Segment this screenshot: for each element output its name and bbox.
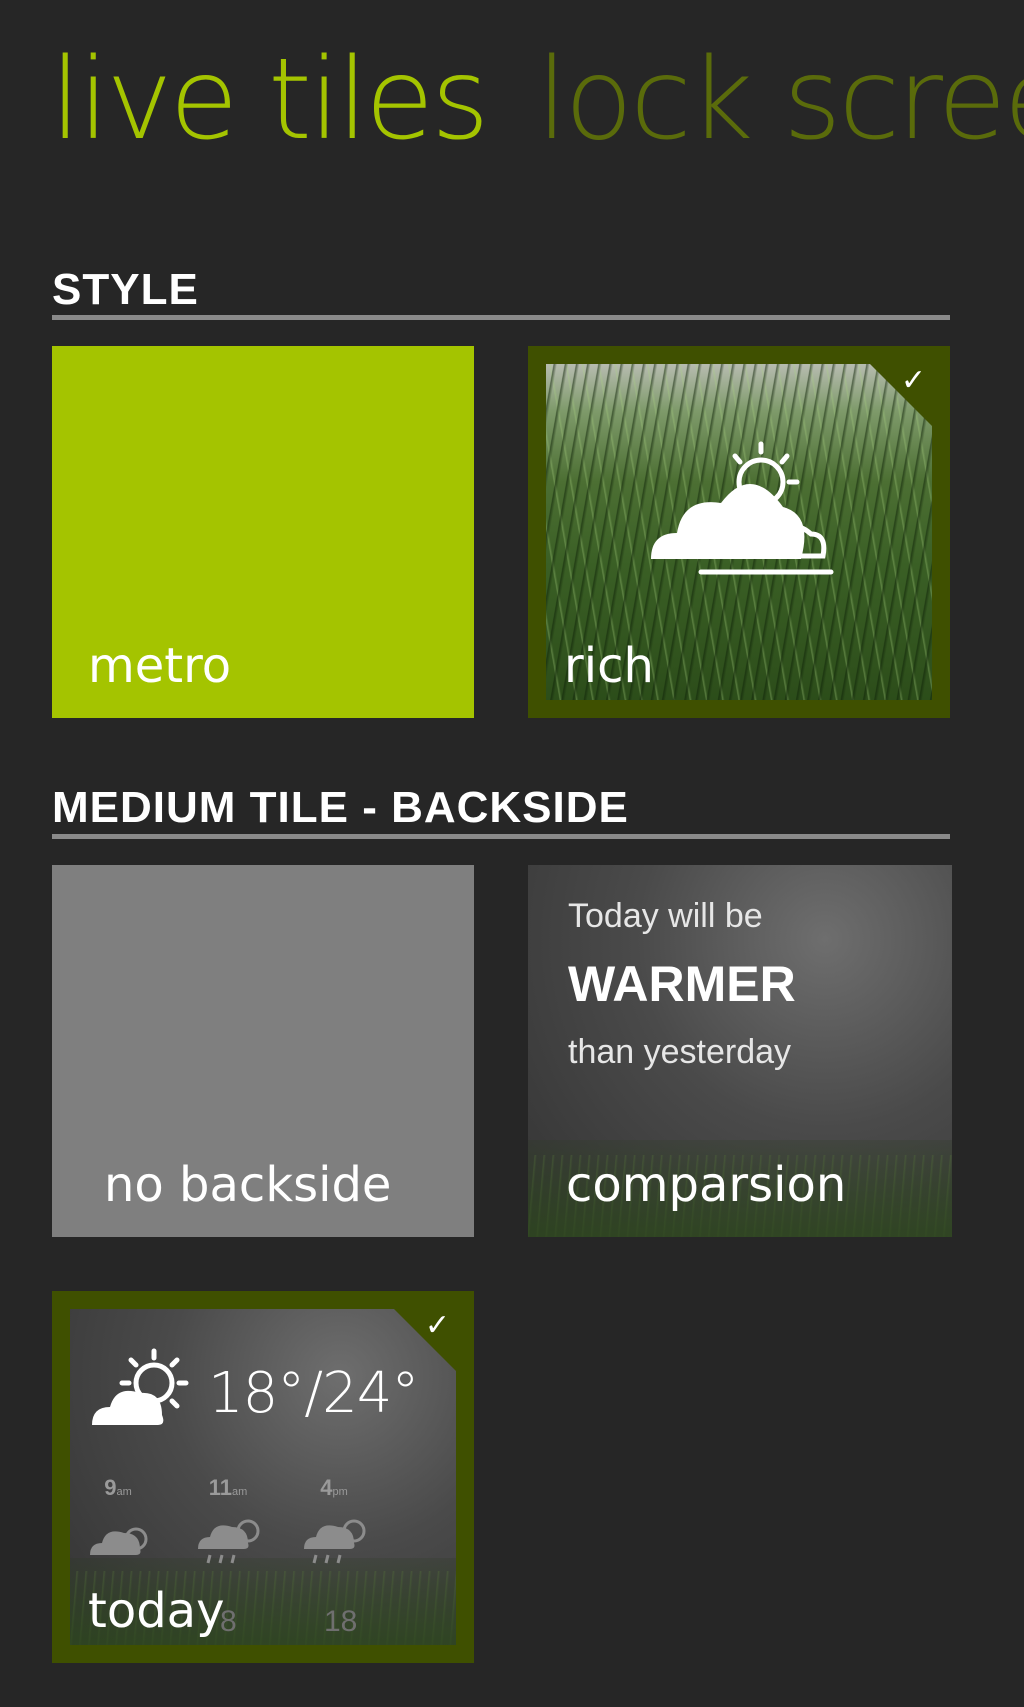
checkmark-icon: ✓ bbox=[424, 1308, 450, 1343]
rich-tile-label: rich bbox=[564, 638, 654, 694]
checkmark-icon: ✓ bbox=[900, 363, 926, 398]
backside-section-header: MEDIUM TILE - BACKSIDE bbox=[52, 783, 629, 832]
pivot-live-tiles[interactable]: live tiles bbox=[50, 44, 489, 156]
comparison-tile-label: comparsion bbox=[566, 1157, 847, 1213]
today-tile-label: today bbox=[88, 1583, 225, 1639]
comparison-line-1: Today will be bbox=[568, 897, 763, 935]
hour-temp-partial: 18 bbox=[324, 1605, 358, 1638]
backside-section-divider bbox=[52, 834, 950, 839]
metro-style-tile[interactable]: metro bbox=[52, 346, 474, 718]
temperature-range: 18°/24° bbox=[208, 1361, 419, 1426]
comparison-line-3: than yesterday bbox=[568, 1033, 792, 1071]
hour-11am: 11am bbox=[208, 1475, 248, 1500]
comparison-line-2: WARMER bbox=[568, 956, 796, 1012]
hour-9am: 9am bbox=[104, 1475, 132, 1500]
live-tiles-settings-page: live tiles lock scree STYLE metro ✓ rich … bbox=[0, 0, 1024, 1707]
partly-cloudy-icon bbox=[651, 441, 834, 575]
pivot-lock-screen[interactable]: lock scree bbox=[536, 44, 1024, 156]
no-backside-tile-label: no backside bbox=[104, 1157, 392, 1213]
cloud-rain-sun-icon bbox=[304, 1519, 366, 1564]
pivot-header: live tiles lock scree bbox=[50, 44, 1024, 156]
cloud-sun-icon bbox=[90, 1527, 148, 1555]
style-section-header: STYLE bbox=[52, 265, 199, 314]
no-backside-tile[interactable]: no backside bbox=[52, 865, 474, 1237]
metro-tile-label: metro bbox=[88, 638, 232, 694]
style-section-divider bbox=[52, 315, 950, 320]
comparison-tile[interactable]: Today will be WARMER than yesterday comp… bbox=[528, 865, 952, 1237]
hour-4pm: 4pm bbox=[320, 1475, 348, 1500]
today-tile[interactable]: ✓ 18°/24° 9am 11am 4pm 8 18 today bbox=[52, 1291, 474, 1663]
sun-cloud-icon bbox=[92, 1348, 189, 1425]
rich-style-tile[interactable]: ✓ rich bbox=[528, 346, 950, 718]
cloud-rain-sun-icon bbox=[198, 1519, 260, 1564]
